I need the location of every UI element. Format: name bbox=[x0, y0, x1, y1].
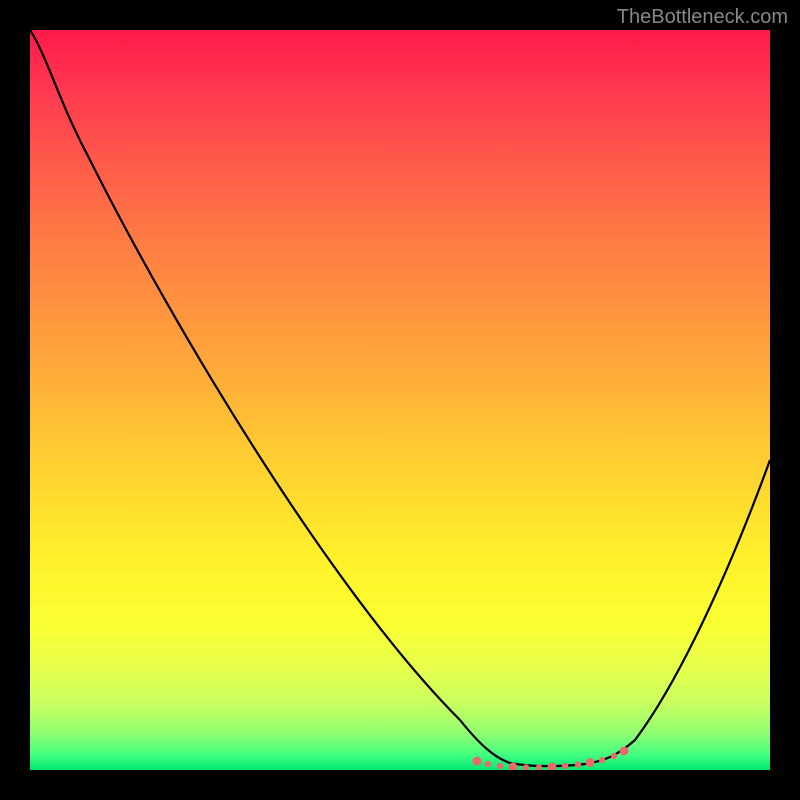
plot-area bbox=[30, 30, 770, 770]
marker-dot bbox=[562, 763, 568, 769]
marker-dot bbox=[611, 753, 617, 759]
marker-dot bbox=[586, 758, 595, 767]
marker-dot bbox=[620, 747, 629, 756]
bottleneck-curve bbox=[30, 30, 770, 766]
marker-dot bbox=[497, 763, 503, 769]
marker-dot bbox=[548, 763, 557, 771]
marker-dot bbox=[575, 761, 581, 767]
chart-svg bbox=[30, 30, 770, 770]
watermark-text: TheBottleneck.com bbox=[617, 6, 788, 29]
marker-dot bbox=[473, 757, 482, 766]
marker-dot bbox=[485, 761, 491, 767]
marker-dot bbox=[599, 757, 605, 763]
